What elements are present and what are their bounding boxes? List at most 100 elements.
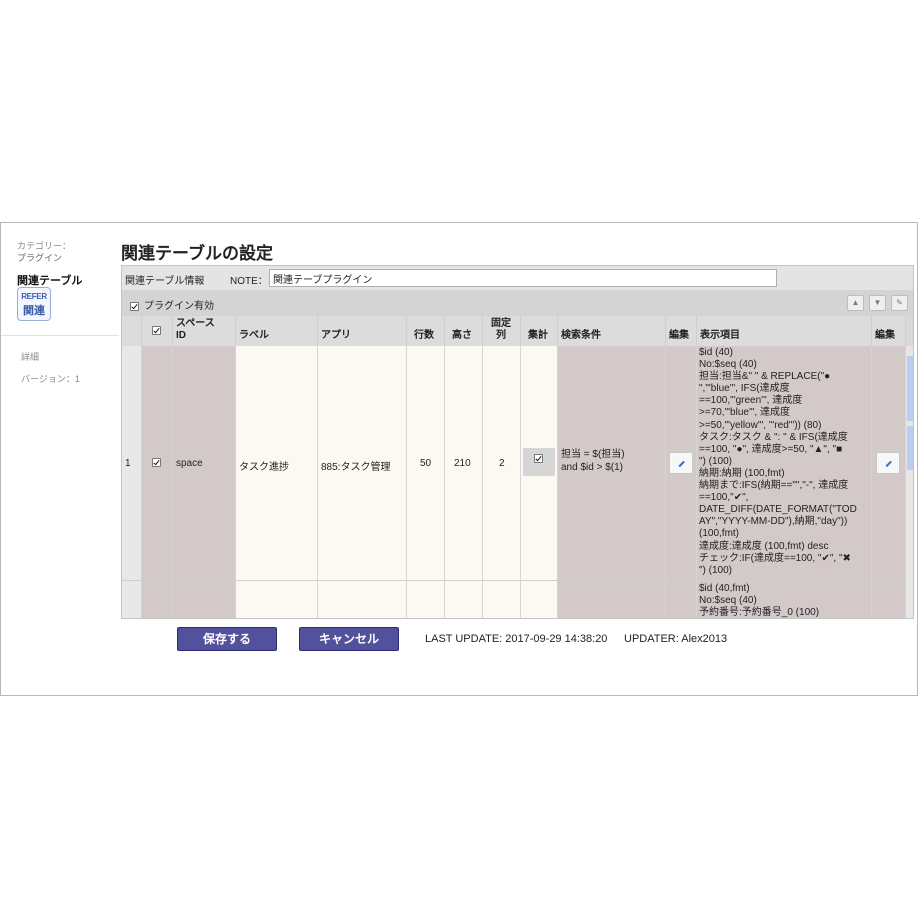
label-cell[interactable]: タスク進捗	[236, 346, 318, 580]
fixed-column-cell[interactable]: 2	[483, 346, 521, 580]
updater: UPDATER: Alex2013	[624, 633, 728, 645]
page-title: 関連テーブルの設定	[121, 244, 273, 263]
note-label: NOTE：	[230, 276, 268, 287]
display-items-value: $id (40) No:$seq (40) 担当:担当&" " & REPLAC…	[699, 347, 857, 576]
header-display-text: 表示項目	[700, 330, 740, 341]
header-space-id-label: スペース ID	[176, 318, 215, 341]
rows-cell[interactable]	[407, 581, 445, 618]
row-number-cell: 1	[122, 346, 142, 580]
height-cell[interactable]	[445, 581, 483, 618]
label-value: タスク進捗	[239, 462, 289, 473]
header-edit: 編集	[666, 316, 697, 346]
scrollbar-thumb-secondary[interactable]	[907, 426, 913, 470]
row-number-cell	[122, 581, 142, 618]
edit-search-button[interactable]	[669, 452, 693, 474]
header-app: アプリ	[318, 316, 407, 346]
settings-panel: 関連テーブル情報 NOTE： プラグイン有効 ▲ ▼ ✎ スペース ID ラベル	[121, 265, 914, 619]
space-id-value: space	[176, 458, 203, 469]
select-all-checkbox[interactable]	[152, 326, 161, 335]
version-label: バージョン：1	[21, 374, 80, 384]
save-button[interactable]: 保存する	[177, 627, 277, 651]
row-select-cell	[142, 581, 173, 618]
header-rows-text: 行数	[414, 330, 434, 341]
plugin-enabled-label: プラグイン有効	[144, 301, 214, 312]
detail-link[interactable]: 詳細	[21, 350, 39, 363]
header-app-text: アプリ	[321, 330, 351, 341]
row-number: 1	[125, 458, 131, 469]
vertical-scrollbar[interactable]	[906, 346, 913, 618]
cancel-button[interactable]: キャンセル	[299, 627, 399, 651]
pencil-icon	[677, 460, 685, 467]
header-search: 検索条件	[558, 316, 666, 346]
header-search-text: 検索条件	[561, 330, 601, 341]
pencil-icon	[884, 460, 892, 467]
rows-cell[interactable]: 50	[407, 346, 445, 580]
note-input[interactable]	[269, 269, 777, 287]
search-condition-value: 担当 = $(担当) and $id > $(1)	[561, 449, 625, 473]
category-value: プラグイン	[17, 253, 63, 263]
app-cell[interactable]: 885:タスク管理	[318, 346, 407, 580]
rows-value: 50	[420, 458, 432, 469]
header-row-number	[122, 316, 142, 346]
display-edit-cell	[872, 346, 906, 580]
header-edit-2: 編集	[872, 316, 906, 346]
table-info-row: 関連テーブル情報 NOTE：	[122, 266, 913, 290]
aggregate-checkbox-box	[523, 448, 555, 476]
display-edit-cell	[872, 581, 906, 618]
logo-text-kanren: 関連	[23, 305, 45, 317]
space-id-cell[interactable]: space	[173, 346, 236, 580]
display-items-cell[interactable]: $id (40) No:$seq (40) 担当:担当&" " & REPLAC…	[697, 346, 872, 580]
fixed-column-value: 2	[499, 458, 505, 469]
arrow-up-icon: ▲	[851, 298, 860, 307]
table-info-label: 関連テーブル情報	[125, 276, 205, 287]
plugin-settings-window: カテゴリー： プラグイン 関連テーブル REFER 関連 詳細 バージョン：1 …	[0, 222, 918, 696]
relation-table: スペース ID ラベル アプリ 行数 高さ 固定 列 集計 検索条件 編集 表示…	[122, 316, 906, 619]
label-cell[interactable]	[236, 581, 318, 618]
edit-display-button[interactable]	[876, 452, 900, 474]
header-fixed-column: 固定 列	[483, 316, 521, 346]
plugin-enabled-checkbox[interactable]	[130, 302, 139, 312]
logo-text-refer: REFER	[21, 292, 47, 301]
header-space-id: スペース ID	[173, 316, 236, 346]
header-aggregate: 集計	[521, 316, 558, 346]
move-up-button[interactable]: ▲	[847, 295, 864, 311]
search-edit-cell	[666, 346, 697, 580]
display-items-value: $id (40,fmt) No:$seq (40) 予約番号:予約番号_0 (1…	[699, 583, 820, 619]
aggregate-cell	[521, 581, 558, 618]
header-fixed-text: 固定 列	[491, 318, 511, 341]
row-select-checkbox[interactable]	[152, 458, 161, 467]
display-items-cell[interactable]: $id (40,fmt) No:$seq (40) 予約番号:予約番号_0 (1…	[697, 581, 872, 619]
header-label-text: ラベル	[239, 330, 269, 341]
header-select-all	[142, 316, 173, 346]
app-value: 885:タスク管理	[321, 462, 391, 473]
plugin-enable-row: プラグイン有効 ▲ ▼ ✎	[122, 290, 913, 316]
sidebar: カテゴリー： プラグイン 関連テーブル REFER 関連 詳細 バージョン：1	[1, 223, 119, 695]
height-cell[interactable]: 210	[445, 346, 483, 580]
plugin-logo: REFER 関連	[17, 287, 51, 321]
aggregate-cell	[521, 346, 558, 580]
header-height: 高さ	[445, 316, 483, 346]
header-display: 表示項目	[697, 316, 872, 346]
sidebar-divider	[1, 335, 119, 336]
search-cell[interactable]: 担当 = $(担当) and $id > $(1)	[558, 346, 666, 580]
header-aggregate-text: 集計	[528, 330, 548, 341]
fixed-column-cell[interactable]	[483, 581, 521, 618]
move-down-button[interactable]: ▼	[869, 295, 886, 311]
header-height-text: 高さ	[452, 330, 472, 341]
wrench-icon: ✎	[896, 298, 903, 307]
header-edit-text: 編集	[669, 330, 689, 341]
arrow-down-icon: ▼	[873, 298, 882, 307]
height-value: 210	[454, 458, 471, 469]
plugin-name: 関連テーブル	[17, 275, 83, 287]
space-id-cell[interactable]	[173, 581, 236, 618]
header-label: ラベル	[236, 316, 318, 346]
search-cell[interactable]	[558, 581, 666, 618]
header-edit2-text: 編集	[875, 330, 895, 341]
row-select-cell	[142, 346, 173, 580]
aggregate-checkbox[interactable]	[534, 454, 543, 463]
scrollbar-thumb[interactable]	[907, 356, 913, 421]
last-update: LAST UPDATE: 2017-09-29 14:38:20	[425, 633, 608, 645]
search-edit-cell	[666, 581, 697, 618]
settings-button[interactable]: ✎	[891, 295, 908, 311]
app-cell[interactable]	[318, 581, 407, 618]
